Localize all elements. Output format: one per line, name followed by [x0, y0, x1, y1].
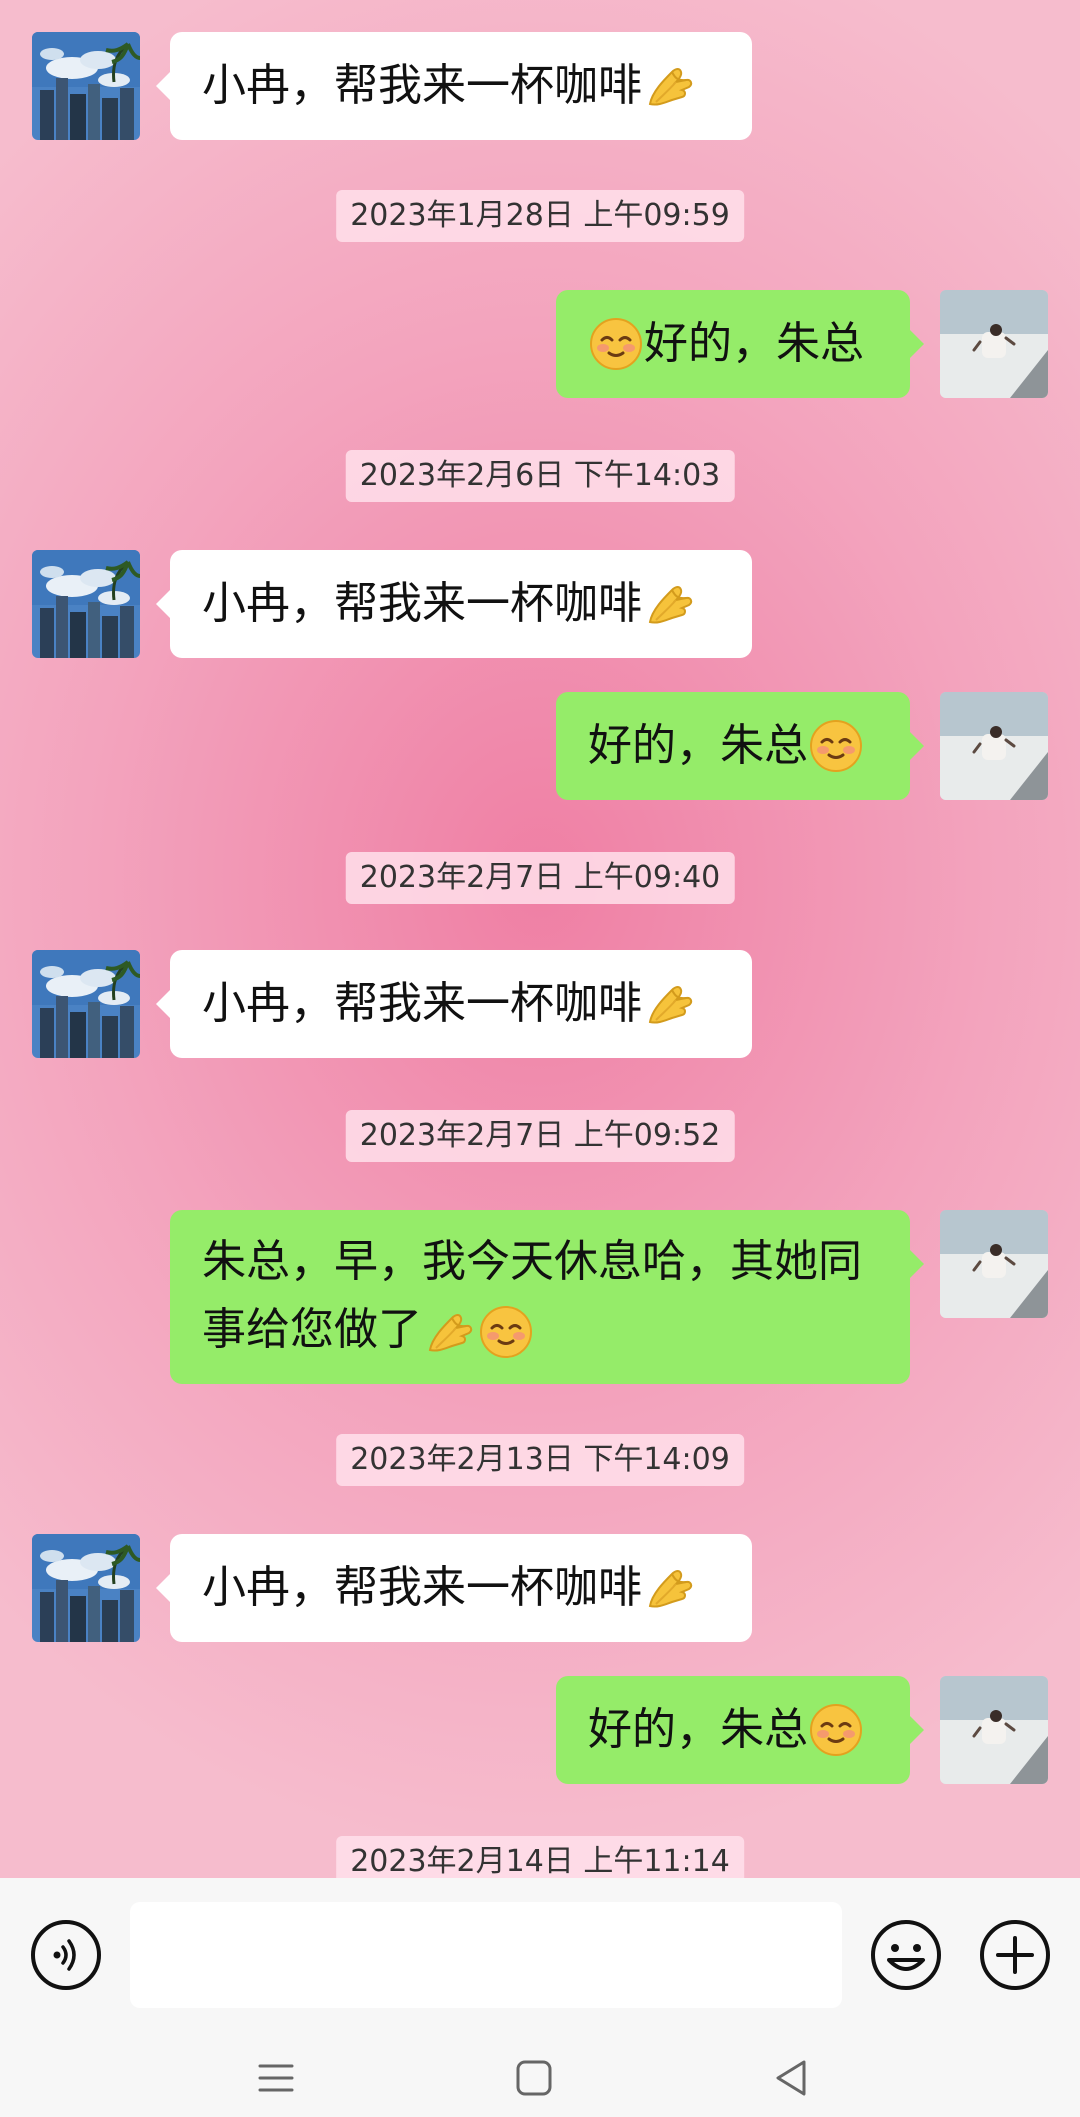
menu-icon — [258, 2064, 294, 2092]
self-avatar[interactable] — [940, 1210, 1048, 1318]
home-button[interactable] — [512, 2056, 556, 2100]
smiling-face-emoji — [588, 316, 644, 372]
self-avatar[interactable] — [940, 1676, 1048, 1784]
voice-icon — [31, 1920, 101, 1990]
message-timestamp: 2023年2月7日 上午09:52 — [345, 1110, 735, 1162]
person-photo-avatar — [940, 1676, 1048, 1784]
message-text-line: 朱总，早，我今天休息哈，其她同 — [202, 1236, 862, 1287]
input-bar — [0, 1878, 1080, 2038]
message-timestamp: 2023年2月13日 下午14:09 — [336, 1434, 744, 1486]
message-timestamp: 2023年1月28日 上午09:59 — [336, 190, 744, 242]
home-icon — [516, 2060, 552, 2096]
back-icon — [776, 2060, 806, 2096]
smiling-face-emoji — [808, 1702, 864, 1758]
city-photo-avatar — [32, 32, 140, 140]
contact-avatar[interactable] — [32, 32, 140, 140]
contact-avatar[interactable] — [32, 550, 140, 658]
message-timestamp: 2023年2月14日 上午11:14 — [336, 1836, 744, 1878]
emoji-face-icon — [871, 1920, 941, 1990]
message-bubble-incoming[interactable]: 小冉，帮我来一杯咖啡 — [156, 950, 752, 1058]
plus-icon — [980, 1920, 1050, 1990]
person-photo-avatar — [940, 290, 1048, 398]
system-nav-bar — [0, 2038, 1080, 2117]
person-photo-avatar — [940, 692, 1048, 800]
message-bubble-incoming[interactable]: 小冉，帮我来一杯咖啡 — [156, 32, 752, 140]
message-bubble-incoming[interactable]: 小冉，帮我来一杯咖啡 — [156, 1534, 752, 1642]
pinched-fingers-emoji — [642, 1560, 698, 1616]
message-timestamp: 2023年2月6日 下午14:03 — [345, 450, 735, 502]
smiling-face-emoji — [808, 718, 864, 774]
contact-avatar[interactable] — [32, 950, 140, 1058]
city-photo-avatar — [32, 1534, 140, 1642]
more-button[interactable] — [978, 1918, 1052, 1992]
self-avatar[interactable] — [940, 290, 1048, 398]
menu-button[interactable] — [254, 2056, 298, 2100]
back-button[interactable] — [770, 2056, 814, 2100]
person-photo-avatar — [940, 1210, 1048, 1318]
pinched-fingers-emoji — [642, 576, 698, 632]
message-text: 小冉，帮我来一杯咖啡 — [202, 60, 642, 111]
pinched-fingers-emoji — [642, 58, 698, 114]
pinched-fingers-emoji — [422, 1304, 478, 1360]
message-text: 小冉，帮我来一杯咖啡 — [202, 1562, 642, 1613]
chat-area[interactable]: 小冉，帮我来一杯咖啡 2023年1月28日 上午09:59 好的，朱总 2023… — [0, 0, 1080, 1878]
message-bubble-outgoing[interactable]: 好的，朱总 — [556, 290, 924, 398]
emoji-button[interactable] — [869, 1918, 943, 1992]
message-input[interactable] — [130, 1902, 842, 2008]
message-text: 小冉，帮我来一杯咖啡 — [202, 578, 642, 629]
smiling-face-emoji — [478, 1304, 534, 1360]
message-text: 小冉，帮我来一杯咖啡 — [202, 978, 642, 1029]
city-photo-avatar — [32, 950, 140, 1058]
message-timestamp: 2023年2月7日 上午09:40 — [345, 852, 735, 904]
message-bubble-outgoing[interactable]: 朱总，早，我今天休息哈，其她同 事给您做了 — [170, 1210, 924, 1384]
message-bubble-outgoing[interactable]: 好的，朱总 — [556, 692, 924, 800]
message-text: 好的，朱总 — [644, 318, 864, 369]
message-bubble-incoming[interactable]: 小冉，帮我来一杯咖啡 — [156, 550, 752, 658]
contact-avatar[interactable] — [32, 1534, 140, 1642]
message-text-line: 事给您做了 — [202, 1304, 422, 1355]
message-text: 好的，朱总 — [588, 1704, 808, 1755]
message-bubble-outgoing[interactable]: 好的，朱总 — [556, 1676, 924, 1784]
city-photo-avatar — [32, 550, 140, 658]
pinched-fingers-emoji — [642, 976, 698, 1032]
message-text: 好的，朱总 — [588, 720, 808, 771]
voice-button[interactable] — [29, 1918, 103, 1992]
self-avatar[interactable] — [940, 692, 1048, 800]
